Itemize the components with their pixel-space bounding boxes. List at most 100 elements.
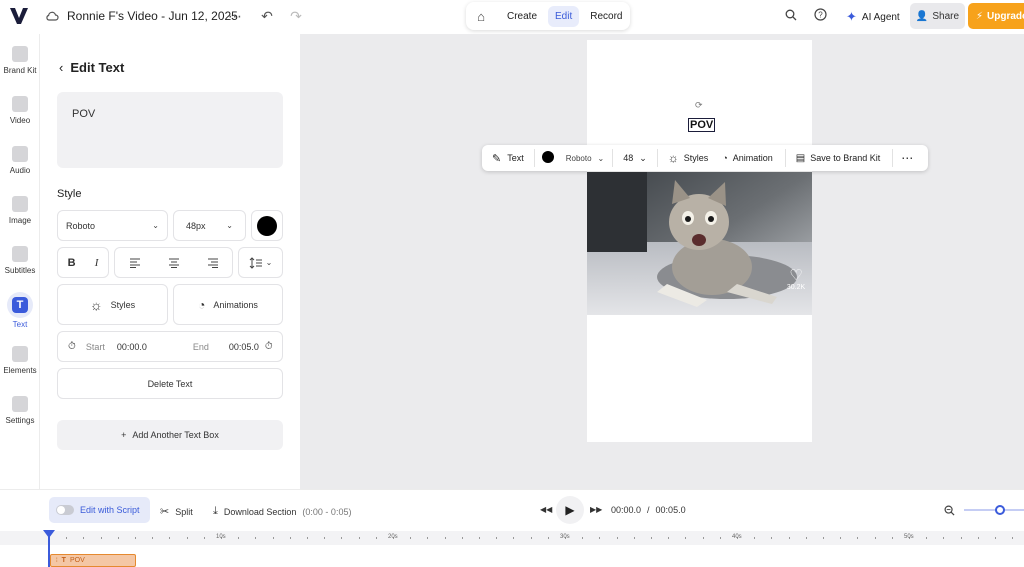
rewind-icon[interactable]: ◀◀ xyxy=(540,505,552,514)
edit-with-script-toggle[interactable]: Edit with Script xyxy=(49,497,150,523)
rail-label: Text xyxy=(12,320,28,329)
toolbar-size-select[interactable]: 48 ⌄ xyxy=(623,153,647,164)
download-label: Download Section xyxy=(223,506,297,517)
line-spacing-select[interactable]: ⌄ xyxy=(238,247,283,278)
start-label: Start xyxy=(85,341,105,352)
selected-text-element[interactable]: POV xyxy=(688,118,716,132)
toolbar-animation-button[interactable]: ◔ Animation xyxy=(722,153,772,163)
zoom-out-icon[interactable] xyxy=(944,505,955,516)
toolbar-font-value: Roboto xyxy=(565,153,592,163)
ruler-tick xyxy=(805,537,807,539)
toolbar-styles-label: Styles xyxy=(683,153,709,163)
stopwatch-icon: ⏱ xyxy=(68,341,76,352)
ruler-tick xyxy=(410,537,412,539)
tab-create[interactable]: Create xyxy=(500,6,544,27)
share-button[interactable]: 👤 Share xyxy=(910,3,965,29)
save-to-brand-kit-label: Save to Brand Kit xyxy=(810,153,881,163)
timeline-track xyxy=(0,545,1024,567)
rail-item-image[interactable]: Image xyxy=(0,196,40,225)
styles-button[interactable]: ☼ Styles xyxy=(57,284,168,325)
ruler-label: 30s xyxy=(560,534,570,540)
help-icon[interactable]: ? xyxy=(812,8,828,24)
toggle-switch[interactable] xyxy=(56,505,74,515)
delete-text-button[interactable]: Delete Text xyxy=(57,368,283,399)
ruler-tick xyxy=(479,537,480,539)
divider xyxy=(533,149,535,167)
animation-icon: ◔ xyxy=(722,153,728,163)
toolbar-text-label: Text xyxy=(507,153,524,163)
align-center-icon[interactable] xyxy=(168,258,180,268)
align-right-icon[interactable] xyxy=(207,258,219,268)
start-time-field[interactable]: 00:00.0 xyxy=(117,342,147,352)
play-icon: ▶ xyxy=(565,503,575,517)
text-color-picker[interactable] xyxy=(251,210,283,241)
toolbar-text-button[interactable]: ✎ Text xyxy=(492,152,524,165)
plus-icon: + xyxy=(121,430,127,440)
text-content-field[interactable]: POV xyxy=(57,92,283,168)
end-time-field[interactable]: 00:05.0 xyxy=(229,342,259,352)
font-select[interactable]: Roboto ⌄ xyxy=(57,210,168,241)
rail-item-subtitles[interactable]: Subtitles xyxy=(0,246,40,275)
rail-item-settings[interactable]: Settings xyxy=(0,396,40,425)
color-swatch xyxy=(257,215,277,236)
rail-label: Image xyxy=(8,216,32,225)
align-left-icon[interactable] xyxy=(129,258,141,268)
italic-button[interactable]: I xyxy=(95,257,99,269)
home-icon[interactable]: ⌂ xyxy=(466,9,496,24)
current-time: 00:00.0 xyxy=(611,505,642,515)
color-dot xyxy=(541,151,554,163)
cat-video-frame[interactable] xyxy=(587,172,812,315)
drag-handle-icon[interactable]: ⁞ xyxy=(56,558,58,564)
zoom-slider[interactable] xyxy=(964,509,1024,511)
ai-agent-button[interactable]: ✦ AI Agent xyxy=(846,9,900,25)
rail-label: Settings xyxy=(5,416,35,425)
save-to-brand-kit-button[interactable]: ▤ Save to Brand Kit xyxy=(796,153,881,164)
chevron-left-icon: ‹ xyxy=(59,60,64,75)
bold-button[interactable]: B xyxy=(68,257,76,269)
toolbar-font-select[interactable]: Roboto ⌄ xyxy=(566,154,605,163)
back-button[interactable]: ‹ Edit Text xyxy=(59,60,124,75)
ruler-tick xyxy=(66,537,68,539)
ruler-label: 20s xyxy=(388,534,398,540)
split-button[interactable]: ✂ Split xyxy=(160,505,193,518)
font-size-select[interactable]: 48px ⌄ xyxy=(173,210,246,241)
ruler-tick xyxy=(203,537,205,539)
rotate-handle-icon[interactable]: ⟳ xyxy=(695,100,703,111)
undo-icon[interactable]: ↶ xyxy=(259,8,275,24)
download-icon: ⤓ xyxy=(213,505,218,517)
toolbar-color-button[interactable] xyxy=(541,151,554,165)
timeline-text-clip[interactable]: ⁞ T POV xyxy=(50,554,136,567)
end-label: End xyxy=(192,341,209,352)
zoom-slider-handle[interactable] xyxy=(995,505,1005,515)
project-title[interactable]: Ronnie F's Video - Jun 12, 2025 xyxy=(67,9,238,23)
ruler-tick xyxy=(530,537,532,539)
ruler-tick xyxy=(651,537,652,539)
ruler-tick xyxy=(238,537,240,539)
search-icon[interactable] xyxy=(783,8,799,24)
rail-item-elements[interactable]: Elements xyxy=(0,346,40,375)
download-section-button[interactable]: ⤓ Download Section (0:00 - 0:05) xyxy=(213,505,351,518)
toolbar-size-value: 48 xyxy=(623,152,634,163)
upgrade-button[interactable]: ⚡ Upgrade xyxy=(968,3,1024,29)
timeline-ruler[interactable]: 10s 20s 30s 40s 50s xyxy=(0,531,1024,545)
add-text-box-button[interactable]: + Add Another Text Box xyxy=(57,420,283,450)
tab-record[interactable]: Record xyxy=(583,6,629,27)
animations-button[interactable]: ◔ Animations xyxy=(173,284,283,325)
toolbar-styles-button[interactable]: ☼ Styles xyxy=(668,151,709,165)
fast-forward-icon[interactable]: ▶▶ xyxy=(590,505,602,514)
pen-icon: ✎ xyxy=(492,152,502,165)
audio-icon xyxy=(12,146,28,162)
more-options-icon[interactable]: ⋯ xyxy=(901,151,913,165)
tab-edit[interactable]: Edit xyxy=(548,5,580,27)
rail-item-brand-kit[interactable]: Brand Kit xyxy=(0,46,40,75)
app-logo[interactable] xyxy=(9,7,29,27)
heart-icon[interactable]: ♡ xyxy=(785,268,807,284)
playhead[interactable] xyxy=(43,530,55,567)
rail-item-video[interactable]: Video xyxy=(0,96,40,125)
download-range: (0:00 - 0:05) xyxy=(302,506,352,517)
rail-item-text[interactable]: T Text xyxy=(0,292,40,329)
more-options-icon[interactable]: ⋯ xyxy=(227,8,243,24)
rail-item-audio[interactable]: Audio xyxy=(0,146,40,175)
play-button[interactable]: ▶ xyxy=(556,496,584,524)
redo-icon[interactable]: ↷ xyxy=(288,8,304,24)
